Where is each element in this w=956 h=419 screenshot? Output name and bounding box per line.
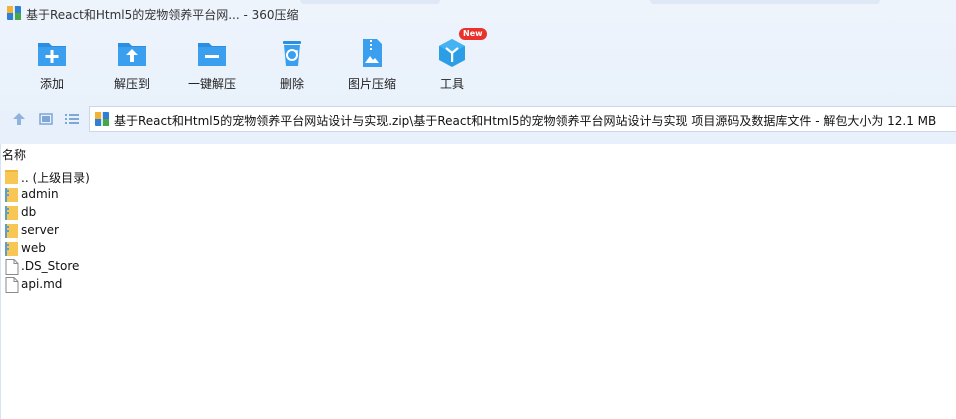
navigation-bar: 基于React和Html5的宠物领养平台网站设计与实现.zip\基于React和… [0, 105, 956, 133]
list-item-folder[interactable]: server [5, 222, 205, 240]
app-window: 基于React和Html5的宠物领养平台网... - 360压缩 添加 解压到 … [0, 0, 956, 419]
title-decoration [650, 0, 880, 4]
window-title: 基于React和Html5的宠物领养平台网... - 360压缩 [26, 8, 299, 22]
zipped-folder-icon [5, 206, 18, 220]
extract-to-button[interactable]: 解压到 [94, 32, 170, 94]
delete-button[interactable]: 删除 [254, 32, 330, 94]
main-toolbar: 添加 解压到 一键解压 删除 图片压缩 New 工具 [0, 28, 956, 98]
address-bar[interactable]: 基于React和Html5的宠物领养平台网站设计与实现.zip\基于React和… [89, 106, 956, 132]
image-compress-label: 图片压缩 [347, 77, 396, 91]
folder-icon [5, 170, 18, 184]
extract-to-icon [118, 43, 146, 66]
file-name: api.md [21, 277, 63, 291]
file-icon [5, 277, 19, 293]
file-name: db [21, 205, 37, 219]
list-item-file[interactable]: .DS_Store [5, 258, 205, 276]
file-name: .. (上级目录) [21, 171, 90, 185]
file-list-pane: 名称 .. (上级目录) admin db server web .DS_Sto… [0, 144, 956, 419]
add-button[interactable]: 添加 [14, 32, 90, 94]
image-compress-button[interactable]: 图片压缩 [334, 32, 410, 94]
tools-button[interactable]: New 工具 [414, 28, 490, 94]
image-compress-icon [363, 39, 382, 67]
zipped-folder-icon [5, 242, 18, 256]
one-click-extract-label: 一键解压 [187, 77, 236, 91]
delete-icon [283, 41, 301, 66]
one-click-extract-button[interactable]: 一键解压 [174, 32, 250, 94]
add-label: 添加 [39, 77, 64, 91]
file-name: .DS_Store [21, 259, 80, 273]
tools-label: 工具 [439, 77, 464, 91]
tools-icon [439, 39, 465, 67]
address-path: 基于React和Html5的宠物领养平台网站设计与实现.zip\基于React和… [114, 114, 937, 128]
one-click-extract-icon [198, 43, 226, 66]
list-item-parent-directory[interactable]: .. (上级目录) [5, 168, 205, 186]
list-item-folder[interactable]: admin [5, 186, 205, 204]
extract-to-label: 解压到 [113, 77, 150, 91]
title-bar: 基于React和Html5的宠物领养平台网... - 360压缩 [0, 0, 956, 28]
file-icon [5, 259, 19, 275]
file-name: server [21, 223, 59, 237]
list-item-folder[interactable]: web [5, 240, 205, 258]
add-icon [38, 43, 66, 66]
delete-label: 删除 [279, 77, 304, 91]
file-name: web [21, 241, 46, 255]
zipped-folder-icon [5, 188, 18, 202]
zipped-folder-icon [5, 224, 18, 238]
archive-app-icon [7, 6, 21, 20]
file-name: admin [21, 187, 59, 201]
file-list: .. (上级目录) admin db server web .DS_Store … [5, 168, 205, 294]
up-arrow-icon[interactable] [10, 110, 28, 128]
list-item-folder[interactable]: db [5, 204, 205, 222]
top-chrome: 基于React和Html5的宠物领养平台网... - 360压缩 添加 解压到 … [0, 0, 956, 144]
list-item-file[interactable]: api.md [5, 276, 205, 294]
list-view-icon[interactable] [63, 110, 81, 128]
title-decoration [300, 0, 440, 4]
new-badge: New [459, 28, 487, 40]
column-header-name[interactable]: 名称 [1, 146, 26, 163]
zip-archive-icon [95, 112, 109, 126]
thumbnail-view-icon[interactable] [37, 110, 55, 128]
